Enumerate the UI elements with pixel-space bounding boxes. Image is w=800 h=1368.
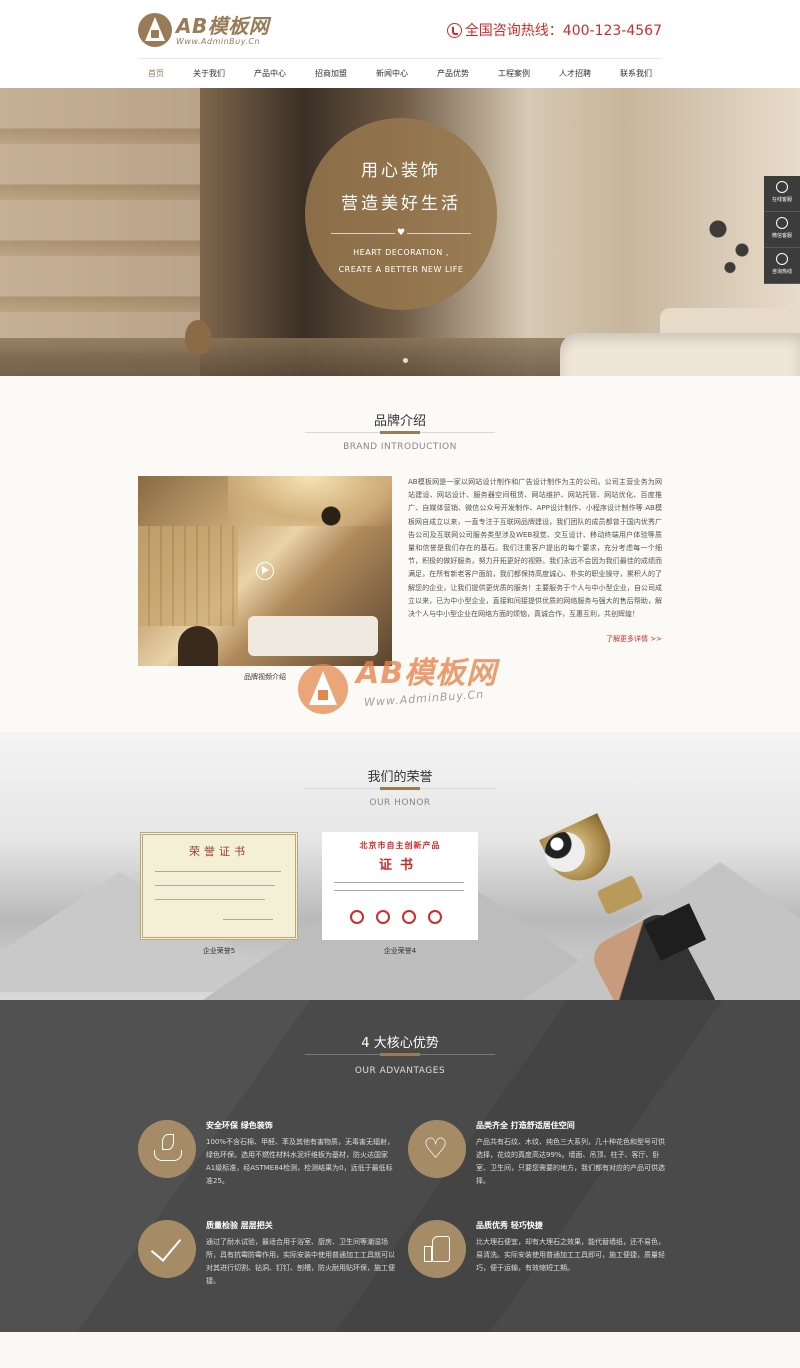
brand-video[interactable] (138, 476, 392, 666)
stamp-icon (402, 910, 416, 924)
site-logo[interactable]: AB模板网 Www.AdminBuy.Cn (138, 12, 269, 48)
advantage-title: 安全环保 绿色装饰 (206, 1121, 273, 1130)
watermark-title: AB模板网 (356, 656, 498, 691)
section-divider (305, 431, 495, 434)
advantage-title: 品质优秀 轻巧快捷 (476, 1221, 543, 1230)
read-more-link[interactable]: 了解更多详情 >> (560, 634, 662, 644)
hero-wall (0, 88, 200, 376)
phone-icon (446, 22, 462, 38)
nav-item-advantages[interactable]: 产品优势 (437, 68, 469, 79)
stamp-icon (428, 910, 442, 924)
heart-icon: ♥ (395, 228, 407, 238)
site-header: AB模板网 Www.AdminBuy.Cn 全国咨询热线：400-123-456… (0, 0, 800, 58)
advantage-item: 品质优秀 轻巧快捷 比大理石便宜，却有大理石之效果，能代替墙纸，还不易色，易清洗… (408, 1220, 670, 1310)
slider-dot[interactable] (403, 358, 408, 363)
logo-subtitle: Www.AdminBuy.Cn (176, 36, 261, 46)
brand-subtitle: BRAND INTRODUCTION (343, 442, 457, 452)
hero-divider: ♥ (331, 228, 471, 238)
nav-item-jobs[interactable]: 人才招聘 (559, 68, 591, 79)
honor-certificate[interactable]: 荣誉证书 (140, 832, 298, 940)
advantage-description: 通过了耐水试验，最适合用于浴室、厨房、卫生间等潮湿场所，具有抗霉防霉作用，实际安… (206, 1238, 395, 1285)
brand-title: 品牌介绍 (373, 414, 426, 429)
certificate-line (334, 882, 464, 883)
honor-certificate[interactable]: 北京市自主创新产品 证书 (322, 832, 478, 940)
thumbs-up-icon (408, 1220, 466, 1278)
honor-subtitle: OUR HONOR (369, 798, 431, 808)
hero-sofa (560, 333, 800, 376)
phone-icon (776, 253, 788, 265)
check-icon (138, 1220, 196, 1278)
honor-title: 我们的荣誉 (367, 770, 433, 785)
certificate-line (155, 899, 265, 900)
stamp-icon (376, 910, 390, 924)
main-nav: 首页 关于我们 产品中心 招商加盟 新闻中心 产品优势 工程案例 人才招聘 联系… (138, 58, 662, 88)
user-icon (776, 217, 788, 229)
side-label: 在线客服 (771, 197, 792, 203)
advantage-item: 安全环保 绿色装饰 100%不含石棉、甲醛、苯及其他有害物质，无毒害无辐射，绿色… (138, 1120, 400, 1210)
advantages-section: 4 大核心优势 OUR ADVANTAGES 安全环保 绿色装饰 100%不含石… (0, 1000, 800, 1332)
honor-label: 企业荣誉5 (202, 947, 236, 955)
hotline: 全国咨询热线：400-123-4567 (446, 20, 662, 40)
advantage-title: 质量检验 层层把关 (206, 1221, 273, 1230)
heart-icon: ♡ (408, 1120, 466, 1178)
nav-item-about[interactable]: 关于我们 (193, 68, 225, 79)
nav-item-products[interactable]: 产品中心 (254, 68, 286, 79)
side-label: 微信客服 (771, 233, 792, 239)
honor-label: 企业荣誉4 (383, 947, 417, 955)
brand-image-wall (138, 526, 238, 626)
certificate-line (334, 890, 464, 891)
hero-title-1: 用心装饰 (361, 161, 441, 181)
nav-item-news[interactable]: 新闻中心 (376, 68, 408, 79)
watermark-logo: AB模板网 Www.AdminBuy.Cn (298, 640, 518, 724)
certificate-line (155, 871, 281, 872)
hero-banner[interactable]: 用心装饰 营造美好生活 ♥ HEART DECORATION , CREATE … (0, 88, 800, 376)
wechat-service-button[interactable]: 微信客服 (764, 212, 800, 248)
qq-icon (776, 181, 788, 193)
advantage-description: 产品共有石纹、木纹、纯色三大系列，几十种花色和型号可供选择，花纹的真度高达99%… (476, 1138, 665, 1185)
honor-section: 我们的荣誉 OUR HONOR 荣誉证书 北京市自主创新产品 证书 企业荣誉5 … (0, 732, 800, 1000)
nav-item-franchise[interactable]: 招商加盟 (315, 68, 347, 79)
nav-item-cases[interactable]: 工程案例 (498, 68, 530, 79)
nav-item-contact[interactable]: 联系我们 (620, 68, 652, 79)
hero-wall-art (700, 208, 760, 278)
soccer-ball-icon (545, 832, 585, 872)
hero-english-1: HEART DECORATION , (353, 248, 449, 257)
advantage-title: 品类齐全 打造舒适居住空间 (476, 1121, 575, 1130)
leaf-hand-icon (138, 1120, 196, 1178)
hero-vase (185, 320, 211, 354)
logo-icon (138, 13, 172, 47)
hotline-text: 全国咨询热线：400-123-4567 (464, 23, 662, 39)
logo-title: AB模板网 (176, 13, 270, 38)
advantage-description: 100%不含石棉、甲醛、苯及其他有害物质，无毒害无辐射，绿色环保。选用不燃性材料… (206, 1138, 395, 1185)
advantages-title: 4 大核心优势 (361, 1036, 439, 1051)
advantage-description: 比大理石便宜，却有大理石之效果，能代替墙纸，还不易色，易清洗。实际安装使用普通加… (476, 1238, 665, 1272)
brand-image-chandelier (308, 496, 354, 536)
advantage-item: ♡ 品类齐全 打造舒适居住空间 产品共有石纹、木纹、纯色三大系列，几十种花色和型… (408, 1120, 670, 1210)
hero-slogan-circle: 用心装饰 营造美好生活 ♥ HEART DECORATION , CREATE … (305, 118, 497, 310)
certificate-title: 北京市自主创新产品 (359, 840, 441, 850)
online-service-button[interactable]: 在线客服 (764, 176, 800, 212)
stamp-icon (350, 910, 364, 924)
hero-english-2: CREATE A BETTER NEW LIFE (338, 265, 464, 274)
side-float-bar: 在线客服 微信客服 咨询热线 (764, 176, 800, 284)
certificate-line (223, 919, 273, 920)
certificate-subtitle: 证书 (378, 858, 421, 873)
section-divider (305, 787, 495, 790)
section-divider (305, 1053, 495, 1056)
hero-title-2: 营造美好生活 (341, 194, 461, 214)
side-label: 咨询热线 (771, 269, 792, 275)
certificate-line (155, 885, 275, 886)
play-icon[interactable] (256, 562, 274, 580)
hotline-button[interactable]: 咨询热线 (764, 248, 800, 284)
watermark-icon (298, 664, 348, 714)
brand-description: AB模板网是一家以网站设计制作和广告设计制作为主的公司。公司主营业务为网站建设、… (408, 478, 662, 619)
brand-image-chair (178, 626, 218, 666)
certificate-title: 荣誉证书 (189, 845, 249, 858)
nav-item-home[interactable]: 首页 (148, 68, 164, 79)
advantage-item: 质量检验 层层把关 通过了耐水试验，最适合用于浴室、厨房、卫生间等潮湿场所，具有… (138, 1220, 400, 1310)
advantages-subtitle: OUR ADVANTAGES (354, 1066, 446, 1076)
next-section-strip (0, 1332, 800, 1368)
